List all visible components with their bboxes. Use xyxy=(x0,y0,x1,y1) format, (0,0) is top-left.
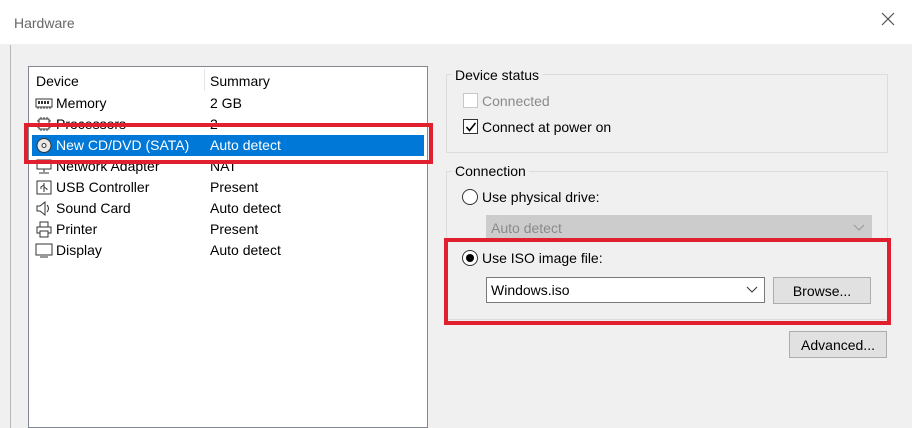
connected-label: Connected xyxy=(482,93,550,109)
device-summary: 2 GB xyxy=(210,95,242,111)
device-summary: Present xyxy=(210,221,259,237)
network-icon xyxy=(36,159,52,174)
device-summary: Present xyxy=(210,179,259,195)
connection-title: Connection xyxy=(452,163,529,179)
memory-icon xyxy=(35,98,53,109)
connect-at-power-on-label: Connect at power on xyxy=(482,119,612,135)
device-row-usb[interactable]: USB Controller Present xyxy=(29,177,427,198)
device-summary: Auto detect xyxy=(210,137,281,153)
device-name: Memory xyxy=(56,95,107,111)
checkmark-icon xyxy=(465,122,477,132)
browse-button-label: Browse... xyxy=(792,283,852,299)
use-iso-image-label: Use ISO image file: xyxy=(482,250,603,266)
device-summary: Auto detect xyxy=(210,242,281,258)
device-summary: NAT xyxy=(210,158,237,174)
device-row-network[interactable]: Network Adapter NAT xyxy=(29,156,427,177)
device-name: Processors xyxy=(56,116,127,132)
processor-icon xyxy=(37,117,51,131)
physical-drive-select[interactable]: Auto detect xyxy=(486,215,872,241)
iso-image-value: Windows.iso xyxy=(491,282,570,298)
device-name: Sound Card xyxy=(56,200,131,216)
device-list[interactable]: Device Summary Memory 2 GB Processors 2 … xyxy=(28,66,428,428)
device-name: New CD/DVD (SATA) xyxy=(56,137,190,153)
device-row-printer[interactable]: Printer Present xyxy=(29,219,427,240)
device-status-title: Device status xyxy=(452,67,543,83)
monitor-icon xyxy=(35,243,53,258)
close-icon[interactable] xyxy=(880,11,896,27)
device-name: Network Adapter xyxy=(56,158,160,174)
chevron-down-icon xyxy=(853,224,865,231)
speaker-icon xyxy=(36,200,49,217)
title-bar: Hardware xyxy=(0,0,912,44)
usb-icon xyxy=(36,180,52,195)
radio-selected-dot xyxy=(466,254,474,262)
device-row-display[interactable]: Display Auto detect xyxy=(29,240,427,261)
physical-drive-value: Auto detect xyxy=(491,220,562,236)
cd-dvd-icon xyxy=(36,138,52,153)
device-status-group xyxy=(446,74,888,153)
device-name: Printer xyxy=(56,221,98,237)
device-row-cd-dvd[interactable]: New CD/DVD (SATA) Auto detect xyxy=(32,135,424,156)
use-physical-drive-radio[interactable] xyxy=(462,189,478,205)
device-name: Display xyxy=(56,242,102,258)
use-physical-drive-label: Use physical drive: xyxy=(482,189,600,205)
connected-checkbox[interactable] xyxy=(463,93,478,108)
advanced-button[interactable]: Advanced... xyxy=(789,331,887,358)
window-title: Hardware xyxy=(14,15,75,31)
browse-button[interactable]: Browse... xyxy=(773,277,871,304)
device-summary: Auto detect xyxy=(210,200,281,216)
device-name: USB Controller xyxy=(56,179,150,195)
device-row-memory[interactable]: Memory 2 GB xyxy=(29,93,427,114)
column-separator[interactable] xyxy=(204,69,205,91)
advanced-button-label: Advanced... xyxy=(801,337,875,353)
device-row-sound-card[interactable]: Sound Card Auto detect xyxy=(29,198,427,219)
iso-image-select[interactable]: Windows.iso xyxy=(486,277,765,303)
summary-column-header[interactable]: Summary xyxy=(210,73,270,89)
device-row-processors[interactable]: Processors 2 xyxy=(29,114,427,135)
connect-at-power-on-checkbox[interactable] xyxy=(463,119,478,134)
printer-icon xyxy=(36,221,52,238)
device-summary: 2 xyxy=(210,116,218,132)
left-panel-border xyxy=(10,45,11,428)
device-column-header[interactable]: Device xyxy=(36,73,79,89)
use-iso-image-radio[interactable] xyxy=(462,250,478,266)
device-list-header: Device Summary xyxy=(29,67,427,93)
chevron-down-icon xyxy=(746,286,758,293)
